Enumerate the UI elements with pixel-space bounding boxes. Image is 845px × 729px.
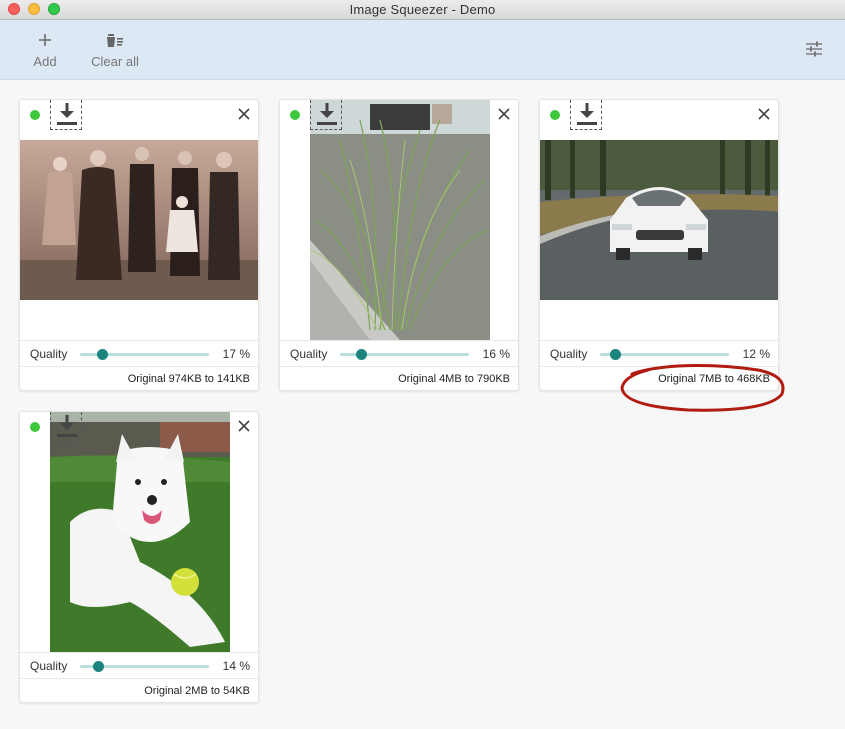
status-dot: [30, 422, 40, 432]
size-info-row: Original 4MB to 790KB: [280, 366, 518, 390]
image-preview-area: [280, 100, 518, 340]
quality-row: Quality 17 %: [20, 340, 258, 366]
download-button[interactable]: [50, 100, 82, 130]
download-icon: [577, 103, 597, 125]
quality-label: Quality: [550, 347, 588, 361]
image-card: Quality 12 % Original 7MB to 468KB: [539, 99, 779, 391]
download-icon: [57, 415, 77, 437]
clear-all-label: Clear all: [91, 54, 139, 69]
size-info: Original 2MB to 54KB: [144, 685, 250, 697]
add-button[interactable]: Add: [30, 30, 60, 69]
quality-row: Quality 14 %: [20, 652, 258, 678]
quality-slider-thumb[interactable]: [355, 349, 367, 360]
size-info: Original 4MB to 790KB: [398, 373, 510, 385]
quality-value: 14 %: [222, 659, 250, 673]
download-button[interactable]: [50, 412, 82, 442]
image-card: Quality 16 % Original 4MB to 790KB: [279, 99, 519, 391]
close-icon[interactable]: [236, 106, 252, 122]
quality-value: 17 %: [222, 347, 250, 361]
quality-slider[interactable]: [600, 349, 729, 360]
quality-slider-thumb[interactable]: [93, 661, 105, 672]
size-info-row: Original 7MB to 468KB: [540, 366, 778, 390]
quality-row: Quality 12 %: [540, 340, 778, 366]
image-preview-area: [540, 100, 778, 340]
quality-slider[interactable]: [340, 349, 469, 360]
trash-list-icon: [107, 34, 123, 47]
white-car-image: [540, 140, 778, 300]
close-icon[interactable]: [236, 418, 252, 434]
close-icon[interactable]: [756, 106, 772, 122]
add-label: Add: [33, 54, 57, 69]
size-info-row: Original 974KB to 141KB: [20, 366, 258, 390]
download-icon: [57, 103, 77, 125]
family-portrait-image: [20, 140, 258, 300]
status-dot: [550, 110, 560, 120]
quality-value: 12 %: [742, 347, 770, 361]
toolbar: Add Clear all: [0, 20, 845, 80]
quality-value: 16 %: [482, 347, 510, 361]
quality-label: Quality: [30, 659, 68, 673]
quality-label: Quality: [290, 347, 328, 361]
quality-slider-thumb[interactable]: [610, 349, 622, 360]
quality-label: Quality: [30, 347, 68, 361]
status-dot: [30, 110, 40, 120]
status-dot: [290, 110, 300, 120]
download-button[interactable]: [310, 100, 342, 130]
image-preview-area: [20, 100, 258, 340]
image-preview-area: [20, 412, 258, 652]
download-button[interactable]: [570, 100, 602, 130]
quality-slider-thumb[interactable]: [96, 349, 108, 360]
sliders-icon[interactable]: [805, 40, 823, 58]
quality-row: Quality 16 %: [280, 340, 518, 366]
quality-slider[interactable]: [80, 661, 209, 672]
window-title: Image Squeezer - Demo: [349, 2, 496, 17]
window-titlebar: Image Squeezer - Demo: [0, 0, 845, 20]
clear-all-button[interactable]: Clear all: [86, 30, 144, 69]
size-info-row: Original 2MB to 54KB: [20, 678, 258, 702]
plus-icon: [39, 34, 51, 46]
white-dog-image: [50, 412, 230, 652]
image-card: Quality 14 % Original 2MB to 54KB: [19, 411, 259, 703]
download-icon: [317, 103, 337, 125]
quality-slider[interactable]: [80, 349, 209, 360]
grass-image: [310, 100, 490, 340]
close-icon[interactable]: [496, 106, 512, 122]
size-info: Original 7MB to 468KB: [658, 373, 770, 385]
image-card: Quality 17 % Original 974KB to 141KB: [19, 99, 259, 391]
size-info: Original 974KB to 141KB: [127, 373, 250, 385]
